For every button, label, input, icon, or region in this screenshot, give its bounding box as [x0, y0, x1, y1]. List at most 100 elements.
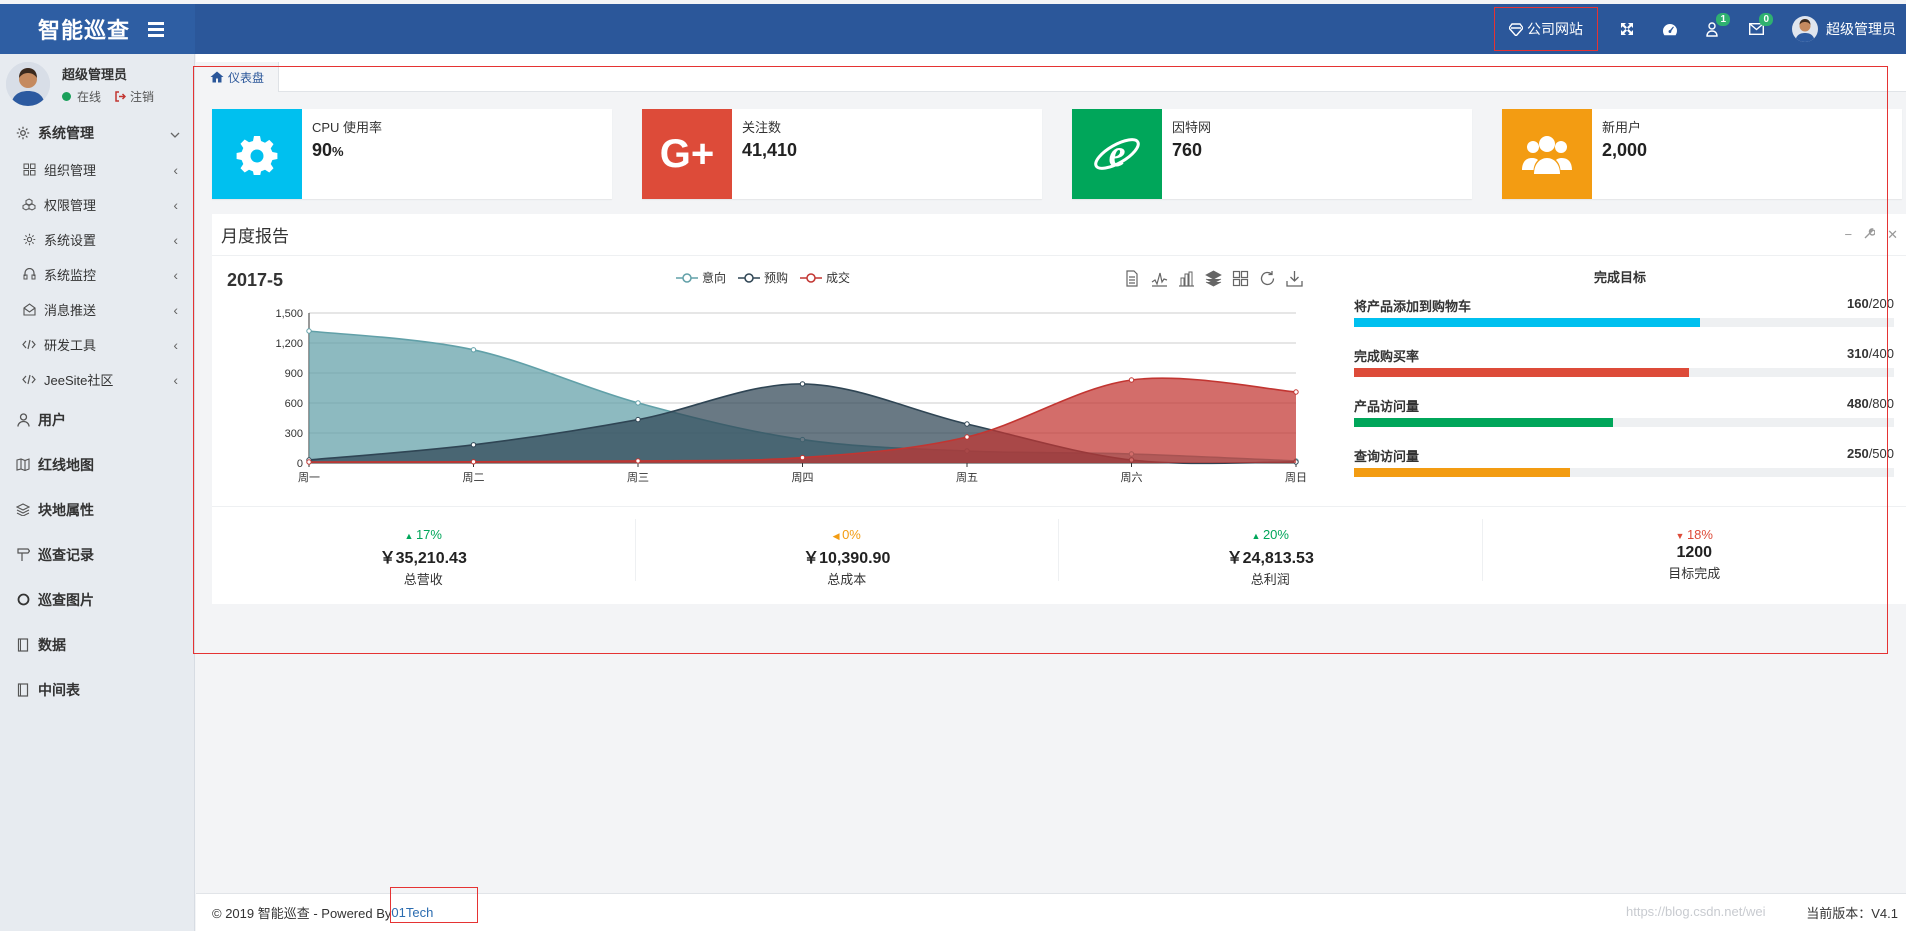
- sidebar-item-redline-map[interactable]: 红线地图: [0, 442, 194, 487]
- logout-link[interactable]: 注销: [115, 88, 154, 105]
- summary-profit: ▲ 20% ￥24,813.53 总利润: [1059, 519, 1483, 587]
- sign-icon: [14, 547, 32, 562]
- caret-up-icon: ▲: [1251, 531, 1263, 541]
- chevron-left-icon: ‹: [173, 231, 178, 248]
- pct-value: 20%: [1262, 527, 1289, 542]
- summary-label: 总利润: [1250, 572, 1290, 587]
- data-point: [635, 458, 641, 464]
- pct-value: 0%: [842, 527, 861, 542]
- layers-icon: [14, 503, 32, 516]
- code-icon: [20, 374, 38, 385]
- stat-label: 新用户: [1602, 120, 1642, 135]
- goals-title: 完成目标: [1594, 270, 1647, 285]
- powered-by-link[interactable]: 01Tech: [391, 905, 433, 920]
- sidebar-item-settings[interactable]: 系统设置 ‹: [0, 222, 194, 257]
- y-tick-label: 1,200: [275, 338, 303, 350]
- stat-new-users: 新用户 2,000: [1502, 109, 1902, 199]
- sidebar-item-org[interactable]: 组织管理 ‹: [0, 152, 194, 187]
- data-point: [799, 381, 806, 387]
- chevron-left-icon: ‹: [173, 371, 178, 388]
- sidebar-item-users[interactable]: 用户: [0, 397, 194, 442]
- google-plus-icon: G+: [642, 109, 732, 199]
- book-icon: [14, 637, 32, 652]
- stat-unit: %: [332, 144, 344, 159]
- progress-fill: [1354, 468, 1570, 477]
- fullscreen-button[interactable]: [1606, 4, 1648, 54]
- pct-value: 17%: [415, 527, 442, 542]
- stat-value: 760: [1172, 140, 1203, 160]
- goal-total: /400: [1868, 346, 1894, 361]
- goal-label: 查询访问量: [1354, 449, 1420, 464]
- tab-dashboard[interactable]: 仪表盘: [196, 62, 280, 92]
- report-header: 月度报告 − ✕: [212, 214, 1906, 256]
- sidebar-item-patrol-records[interactable]: 巡查记录: [0, 532, 194, 577]
- monthly-report-panel: 月度报告 − ✕ 2017-5 意向 预购 成交 0 300 600 900 1…: [212, 214, 1906, 604]
- messages-button[interactable]: 0: [1735, 4, 1778, 54]
- goal-label: 将产品添加到购物车: [1354, 299, 1472, 314]
- brand: 智能巡查: [0, 4, 195, 54]
- sidebar-item-data[interactable]: 数据: [0, 622, 194, 667]
- chevron-left-icon: ‹: [173, 301, 178, 318]
- company-site-button[interactable]: 公司网站: [1494, 7, 1598, 51]
- user-menu[interactable]: 超级管理员: [1778, 4, 1906, 54]
- sidebar-item-label: 巡查记录: [38, 546, 94, 563]
- dashboard-button[interactable]: [1648, 4, 1692, 54]
- stat-value: 41,410: [742, 140, 798, 160]
- tachometer-icon: [1663, 23, 1677, 35]
- tab-label: 仪表盘: [228, 70, 265, 85]
- grid-icon: [20, 163, 38, 176]
- sidebar-item-system[interactable]: 系统管理: [0, 114, 194, 152]
- y-tick-label: 1,500: [275, 308, 303, 320]
- caret-up-icon: ▲: [404, 531, 416, 541]
- sidebar-item-permission[interactable]: 权限管理 ‹: [0, 187, 194, 222]
- code-icon: [20, 339, 38, 350]
- logout-label: 注销: [130, 89, 155, 104]
- x-tick-label: 周四: [792, 471, 814, 484]
- close-icon[interactable]: ✕: [1887, 227, 1898, 243]
- sidebar-item-patrol-images[interactable]: 巡查图片: [0, 577, 194, 622]
- goal-item: 产品访问量 480/800: [1354, 396, 1894, 427]
- user-icon: [14, 412, 32, 427]
- summary-amount: ￥10,390.90: [803, 550, 891, 567]
- sidebar-item-parcel[interactable]: 块地属性: [0, 487, 194, 532]
- summary-amount: ￥24,813.53: [1226, 550, 1314, 567]
- progress-bar: [1354, 418, 1894, 427]
- sidebar-item-push[interactable]: 消息推送 ‹: [0, 292, 194, 327]
- sidebar-item-label: 系统监控: [44, 268, 97, 283]
- cubes-icon: [20, 198, 38, 211]
- watermark: https://blog.csdn.net/wei: [1626, 904, 1766, 919]
- data-point: [470, 442, 477, 448]
- progress-bar: [1354, 318, 1894, 327]
- sidebar-item-devtools[interactable]: 研发工具 ‹: [0, 327, 194, 362]
- notifications-button[interactable]: 1: [1692, 4, 1735, 54]
- goal-total: /200: [1868, 296, 1894, 311]
- goal-item: 完成购买率 310/400: [1354, 346, 1894, 377]
- gear-icon: [20, 233, 38, 246]
- header-user-name: 超级管理员: [1826, 21, 1896, 37]
- panel-tools: − ✕: [1845, 227, 1899, 243]
- stat-followers: G+ 关注数 41,410: [642, 109, 1042, 199]
- sidebar-item-monitor[interactable]: 系统监控 ‹: [0, 257, 194, 292]
- minimize-icon[interactable]: −: [1845, 227, 1853, 243]
- sidebar: 超级管理员 在线 注销 系统管理 组织管理 ‹ 权限管理 ‹ 系统设置 ‹ 系统…: [0, 54, 195, 931]
- y-tick-label: 0: [297, 458, 303, 470]
- user-panel: 超级管理员 在线 注销: [0, 54, 194, 114]
- data-point: [964, 434, 970, 440]
- sidebar-item-community[interactable]: JeeSite社区 ‹: [0, 362, 194, 397]
- sidebar-item-label: 数据: [38, 636, 66, 653]
- sidebar-item-label: 权限管理: [44, 198, 97, 213]
- goal-item: 将产品添加到购物车 160/200: [1354, 296, 1894, 327]
- goal-done: 480: [1846, 396, 1869, 411]
- copyright: © 2019 智能巡查 - Powered By: [212, 906, 392, 921]
- summary-label: 目标完成: [1668, 566, 1721, 581]
- y-tick-label: 900: [285, 368, 303, 380]
- tab-bar: 仪表盘: [196, 54, 1906, 92]
- goal-label: 产品访问量: [1354, 399, 1420, 414]
- menu-toggle-icon[interactable]: [148, 21, 165, 37]
- sidebar-item-label: 块地属性: [38, 501, 94, 518]
- users-icon: [1502, 109, 1592, 199]
- gear-icon: [14, 126, 32, 140]
- sidebar-item-intermediate[interactable]: 中间表: [0, 667, 194, 712]
- avatar: [6, 62, 50, 106]
- wrench-icon[interactable]: [1864, 227, 1876, 243]
